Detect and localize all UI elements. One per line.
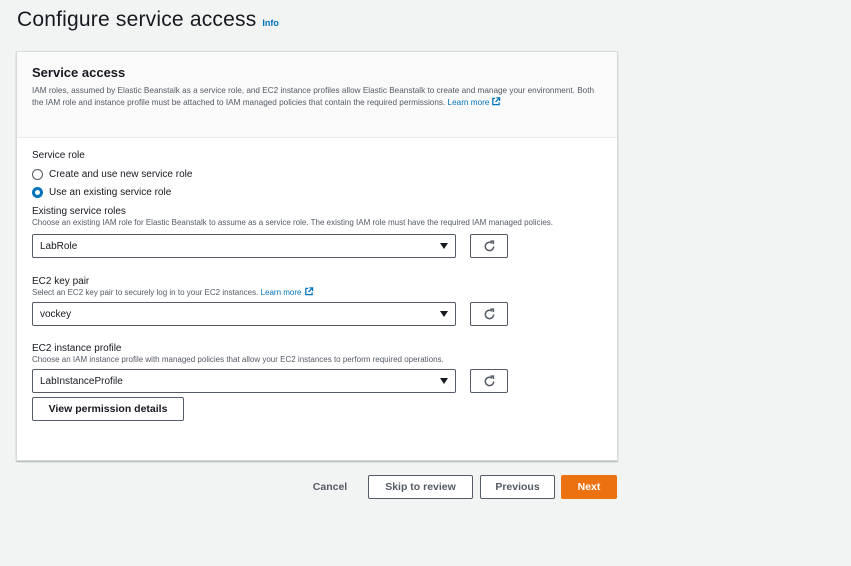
- view-permission-details-button[interactable]: View permission details: [32, 397, 184, 421]
- refresh-instance-profiles-button[interactable]: [470, 369, 508, 393]
- panel-header: Service access IAM roles, assumed by Ela…: [17, 52, 617, 138]
- refresh-icon: [484, 307, 494, 319]
- refresh-key-pairs-button[interactable]: [470, 302, 508, 326]
- refresh-icon: [484, 239, 494, 251]
- panel-title: Service access: [32, 65, 126, 80]
- panel-description-text: IAM roles, assumed by Elastic Beanstalk …: [32, 86, 595, 107]
- key-pair-label: EC2 key pair: [32, 276, 90, 287]
- key-pair-select[interactable]: vockey: [32, 302, 456, 326]
- service-access-panel: Service access IAM roles, assumed by Ela…: [16, 51, 618, 461]
- caret-down-icon: [440, 243, 448, 249]
- key-pair-learn-more-link[interactable]: Learn more: [260, 287, 314, 297]
- previous-button[interactable]: Previous: [480, 475, 555, 499]
- existing-roles-description: Choose an existing IAM role for Elastic …: [32, 218, 553, 227]
- learn-more-label: Learn more: [447, 98, 490, 107]
- existing-roles-row: LabRole: [32, 234, 602, 258]
- radio-label: Create and use new service role: [49, 169, 193, 180]
- instance-profile-select[interactable]: LabInstanceProfile: [32, 369, 456, 393]
- existing-roles-label: Existing service roles: [32, 206, 126, 217]
- refresh-icon: [484, 374, 494, 386]
- panel-body: Service role Create and use new service …: [17, 138, 617, 421]
- cancel-button[interactable]: Cancel: [305, 475, 355, 499]
- refresh-roles-button[interactable]: [470, 234, 508, 258]
- select-value: LabRole: [40, 240, 78, 252]
- info-link[interactable]: Info: [262, 18, 279, 28]
- page-header: Configure service access Info: [17, 8, 279, 32]
- caret-down-icon: [440, 378, 448, 384]
- radio-label: Use an existing service role: [49, 187, 172, 198]
- key-pair-description: Select an EC2 key pair to securely log i…: [32, 287, 602, 299]
- wizard-footer: Cancel Skip to review Previous Next: [0, 475, 618, 500]
- key-pair-row: vockey: [32, 302, 602, 326]
- instance-profile-row: LabInstanceProfile: [32, 369, 602, 393]
- existing-roles-select[interactable]: LabRole: [32, 234, 456, 258]
- caret-down-icon: [440, 311, 448, 317]
- select-value: vockey: [40, 308, 72, 320]
- learn-more-label: Learn more: [260, 288, 302, 297]
- panel-description: IAM roles, assumed by Elastic Beanstalk …: [32, 85, 602, 109]
- page-title: Configure service access: [17, 8, 257, 31]
- radio-button[interactable]: [32, 169, 43, 180]
- service-role-label: Service role: [32, 150, 85, 161]
- external-link-icon: [492, 97, 501, 106]
- key-pair-description-text: Select an EC2 key pair to securely log i…: [32, 288, 259, 297]
- next-button[interactable]: Next: [561, 475, 617, 499]
- skip-to-review-button[interactable]: Skip to review: [368, 475, 473, 499]
- radio-use-existing-role[interactable]: Use an existing service role: [32, 187, 602, 198]
- instance-profile-description: Choose an IAM instance profile with mana…: [32, 355, 444, 364]
- select-value: LabInstanceProfile: [40, 375, 123, 387]
- instance-profile-label: EC2 instance profile: [32, 343, 122, 354]
- external-link-icon: [304, 287, 313, 296]
- learn-more-link[interactable]: Learn more: [447, 97, 502, 107]
- radio-create-new-role[interactable]: Create and use new service role: [32, 169, 602, 180]
- radio-button-selected[interactable]: [32, 187, 43, 198]
